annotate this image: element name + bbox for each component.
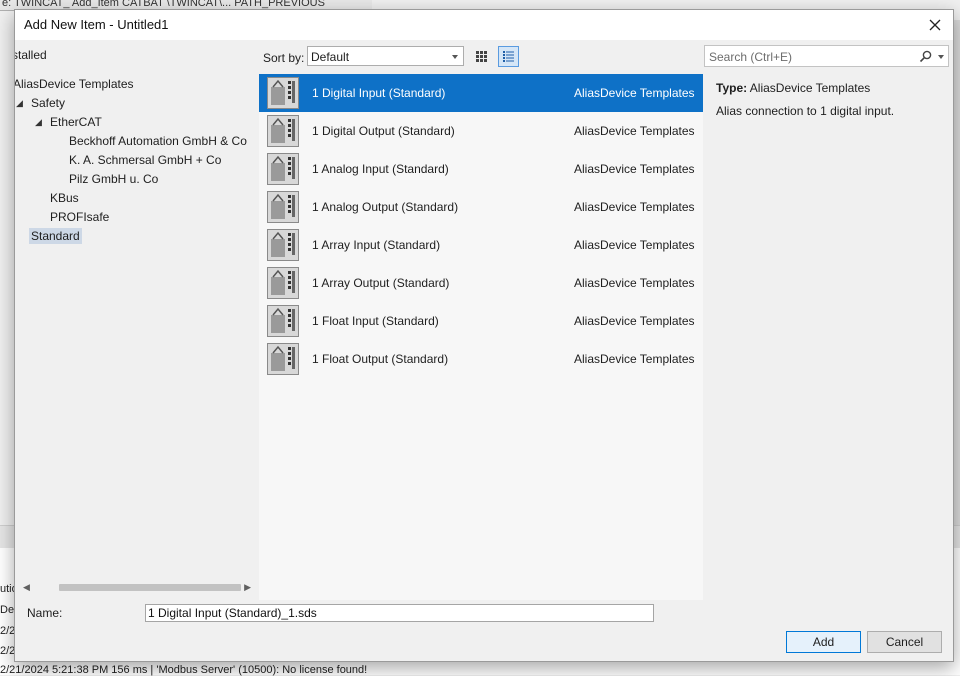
tree-horizontal-scrollbar[interactable]: ◀ ▶ (19, 579, 255, 596)
item-category: AliasDevice Templates (574, 86, 695, 100)
list-item[interactable]: 1 Float Output (Standard) AliasDevice Te… (259, 340, 703, 378)
background-title-text: e: TWINCAT_ Add_Item CATBAT \TWINCAT\...… (2, 0, 325, 9)
grid-view-button[interactable] (471, 46, 492, 67)
search-icon[interactable] (919, 50, 932, 63)
list-item[interactable]: 1 Array Input (Standard) AliasDevice Tem… (259, 226, 703, 264)
list-item[interactable]: 1 Array Output (Standard) AliasDevice Te… (259, 264, 703, 302)
tree-item-schmersal[interactable]: K. A. Schmersal GmbH + Co (69, 151, 221, 170)
tree-item-beckhoff[interactable]: Beckhoff Automation GmbH & Co (69, 132, 247, 151)
alias-device-template-icon (267, 153, 299, 185)
dialog-title: Add New Item - Untitled1 (24, 17, 169, 32)
close-button[interactable] (925, 15, 945, 35)
background-log-line: 2/2 (0, 625, 16, 637)
alias-device-template-icon (267, 77, 299, 109)
dropdown-caret-icon (452, 55, 458, 59)
item-category: AliasDevice Templates (574, 200, 695, 214)
add-button[interactable]: Add (786, 631, 861, 653)
item-type-line: Type: AliasDevice Templates (716, 81, 870, 95)
background-log-line: 2/21/2024 5:21:38 PM 156 ms | 'Modbus Se… (0, 664, 368, 676)
item-name: 1 Analog Output (Standard) (312, 200, 459, 214)
name-label: Name: (27, 606, 63, 620)
search-input[interactable]: Search (Ctrl+E) (704, 45, 949, 67)
alias-device-template-icon (267, 191, 299, 223)
type-label: Type: (716, 81, 748, 95)
sort-by-dropdown[interactable]: Default (307, 46, 464, 66)
item-name: 1 Digital Input (Standard) (312, 86, 446, 100)
installed-header[interactable]: stalled (15, 48, 47, 62)
tree-item-pilz[interactable]: Pilz GmbH u. Co (69, 170, 158, 189)
list-item[interactable]: 1 Digital Output (Standard) AliasDevice … (259, 112, 703, 150)
list-item[interactable]: 1 Float Input (Standard) AliasDevice Tem… (259, 302, 703, 340)
item-category: AliasDevice Templates (574, 238, 695, 252)
type-value: AliasDevice Templates (749, 81, 871, 95)
item-category: AliasDevice Templates (574, 352, 695, 366)
expanded-triangle-icon[interactable]: ◢ (35, 113, 45, 132)
list-view-icon (503, 51, 514, 62)
close-icon (929, 19, 941, 31)
add-new-item-dialog: Add New Item - Untitled1 stalled AliasDe… (14, 9, 954, 662)
template-item-list: 1 Digital Input (Standard) AliasDevice T… (259, 74, 703, 600)
tree-item-aliasdevice-templates[interactable]: AliasDevice Templates (15, 75, 134, 94)
alias-device-template-icon (267, 115, 299, 147)
item-details-pane: Type: AliasDevice Templates Alias connec… (704, 74, 953, 600)
tree-item-profisafe[interactable]: PROFIsafe (50, 208, 109, 227)
alias-device-template-icon (267, 343, 299, 375)
tree-item-kbus[interactable]: KBus (50, 189, 79, 208)
tree-item-standard[interactable]: Standard (29, 227, 82, 246)
list-item[interactable]: 1 Analog Output (Standard) AliasDevice T… (259, 188, 703, 226)
scroll-right-arrow-icon[interactable]: ▶ (244, 582, 251, 593)
name-field[interactable] (145, 604, 654, 622)
alias-device-template-icon (267, 229, 299, 261)
list-item[interactable]: 1 Digital Input (Standard) AliasDevice T… (259, 74, 703, 112)
alias-device-template-icon (267, 305, 299, 337)
sort-by-label: Sort by: (263, 51, 305, 65)
item-name: 1 Float Input (Standard) (312, 314, 439, 328)
item-description: Alias connection to 1 digital input. (716, 104, 895, 118)
search-options-caret-icon[interactable] (938, 55, 944, 59)
item-name: 1 Array Input (Standard) (312, 238, 441, 252)
background-log-line: 2/2 (0, 645, 16, 657)
item-name: 1 Float Output (Standard) (312, 352, 449, 366)
grid-view-icon (476, 51, 487, 62)
scroll-left-arrow-icon[interactable]: ◀ (23, 582, 30, 593)
item-category: AliasDevice Templates (574, 162, 695, 176)
item-name: 1 Array Output (Standard) (312, 276, 450, 290)
expanded-triangle-icon[interactable]: ◢ (16, 94, 26, 113)
sort-by-value: Default (311, 50, 350, 64)
list-item[interactable]: 1 Analog Input (Standard) AliasDevice Te… (259, 150, 703, 188)
list-view-button[interactable] (498, 46, 519, 67)
cancel-button[interactable]: Cancel (867, 631, 942, 653)
dialog-titlebar: Add New Item - Untitled1 (15, 10, 953, 40)
background-right-edge (953, 20, 960, 540)
sort-toolbar: Sort by: Default (259, 40, 703, 74)
item-category: AliasDevice Templates (574, 124, 695, 138)
item-category: AliasDevice Templates (574, 276, 695, 290)
item-category: AliasDevice Templates (574, 314, 695, 328)
alias-device-template-icon (267, 267, 299, 299)
template-tree-pane: stalled AliasDevice Templates ◢ Safety ◢… (15, 40, 259, 600)
item-name: 1 Digital Output (Standard) (312, 124, 455, 138)
scrollbar-thumb[interactable] (59, 584, 241, 591)
item-name: 1 Analog Input (Standard) (312, 162, 449, 176)
search-placeholder: Search (Ctrl+E) (709, 50, 793, 64)
